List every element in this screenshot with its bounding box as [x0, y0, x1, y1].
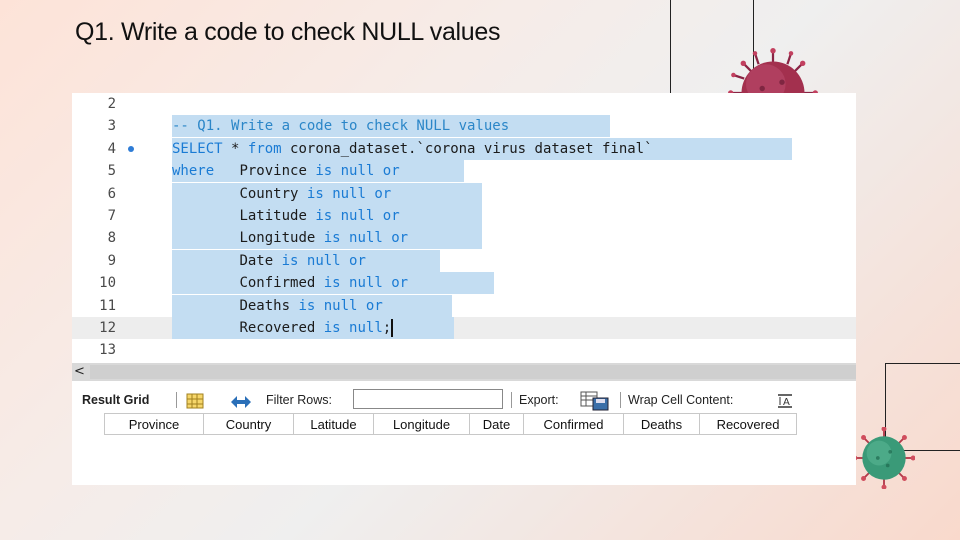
code-text: Latitude is null or [239, 208, 400, 224]
slide-title: Q1. Write a code to check NULL values [75, 18, 501, 46]
code-line[interactable]: 4 SELECT * from corona_dataset.`corona vi… [72, 137, 856, 160]
code-line[interactable]: 12 Recovered is null; [72, 317, 856, 339]
line-number: 3 [107, 118, 116, 135]
code-text: Date is null or [239, 252, 366, 269]
line-number: 6 [107, 185, 116, 202]
line-number: 11 [99, 297, 116, 314]
column-header-longitude[interactable]: Longitude [373, 413, 469, 435]
line-number: 2 [107, 96, 116, 112]
export-label: Export: [519, 393, 559, 407]
code-text: where Province is null or [172, 163, 400, 180]
code-text: Recovered is null; [239, 319, 394, 337]
line-number: 12 [99, 320, 116, 336]
column-header-province[interactable]: Province [104, 413, 203, 435]
result-grid-tab[interactable]: Result Grid [82, 393, 149, 407]
code-line[interactable]: 11 Deaths is null or [72, 294, 856, 317]
code-line[interactable]: 2 [72, 93, 856, 115]
statement-marker-icon [128, 145, 134, 152]
grid-view-icon[interactable] [186, 393, 204, 409]
refresh-icon[interactable] [228, 393, 254, 409]
code-editor[interactable]: 2 3 -- Q1. Write a code to check NULL valu… [72, 93, 856, 363]
code-line[interactable]: 13 [72, 339, 856, 361]
column-header-date[interactable]: Date [469, 413, 523, 435]
code-line[interactable]: 6 Country is null or [72, 182, 856, 205]
code-line[interactable]: 3 -- Q1. Write a code to check NULL value… [72, 115, 856, 138]
column-header-recovered[interactable]: Recovered [699, 413, 797, 435]
scrollbar-track[interactable] [90, 365, 856, 379]
column-header-deaths[interactable]: Deaths [623, 413, 699, 435]
svg-text:A: A [783, 397, 790, 408]
column-header-latitude[interactable]: Latitude [293, 413, 373, 435]
filter-rows-label: Filter Rows: [266, 393, 332, 407]
wrap-cell-label: Wrap Cell Content: [628, 393, 734, 407]
horizontal-scrollbar[interactable]: < [72, 363, 856, 381]
sql-editor-panel: 2 3 -- Q1. Write a code to check NULL valu… [72, 93, 856, 485]
code-line[interactable]: 10 Confirmed is null or [72, 272, 856, 295]
line-number: 8 [107, 230, 116, 247]
code-line[interactable]: 9 Date is null or [72, 249, 856, 272]
code-line[interactable]: 7 Latitude is null or [72, 205, 856, 227]
toolbar-divider [511, 392, 512, 408]
code-text: Country is null or [239, 185, 392, 202]
toolbar-divider [620, 392, 621, 408]
result-toolbar: Result Grid Filter Rows: Export: Wrap Ce… [72, 389, 856, 413]
code-text: Deaths is null or [239, 297, 383, 314]
virus-green-icon [853, 427, 915, 489]
filter-rows-input[interactable] [353, 389, 503, 409]
line-number: 7 [107, 208, 116, 224]
column-header-confirmed[interactable]: Confirmed [523, 413, 623, 435]
line-number: 13 [99, 342, 116, 359]
line-number: 5 [107, 163, 116, 180]
toolbar-divider [176, 392, 177, 408]
code-text: -- Q1. Write a code to check NULL values [172, 118, 510, 135]
line-number: 10 [99, 275, 116, 292]
column-header-country[interactable]: Country [203, 413, 293, 435]
line-number: 4 [107, 140, 116, 157]
code-text: Confirmed is null or [239, 275, 409, 292]
export-icon[interactable] [580, 391, 610, 411]
line-number: 9 [107, 252, 116, 269]
code-line[interactable]: 8 Longitude is null or [72, 227, 856, 250]
code-text: SELECT * from corona_dataset.`corona vir… [172, 140, 653, 157]
code-text: Longitude is null or [239, 230, 409, 247]
code-line[interactable]: 5 where Province is null or [72, 160, 856, 183]
text-cursor [391, 319, 394, 337]
wrap-text-icon[interactable]: A [776, 393, 794, 409]
scroll-left-icon[interactable]: < [74, 363, 85, 381]
